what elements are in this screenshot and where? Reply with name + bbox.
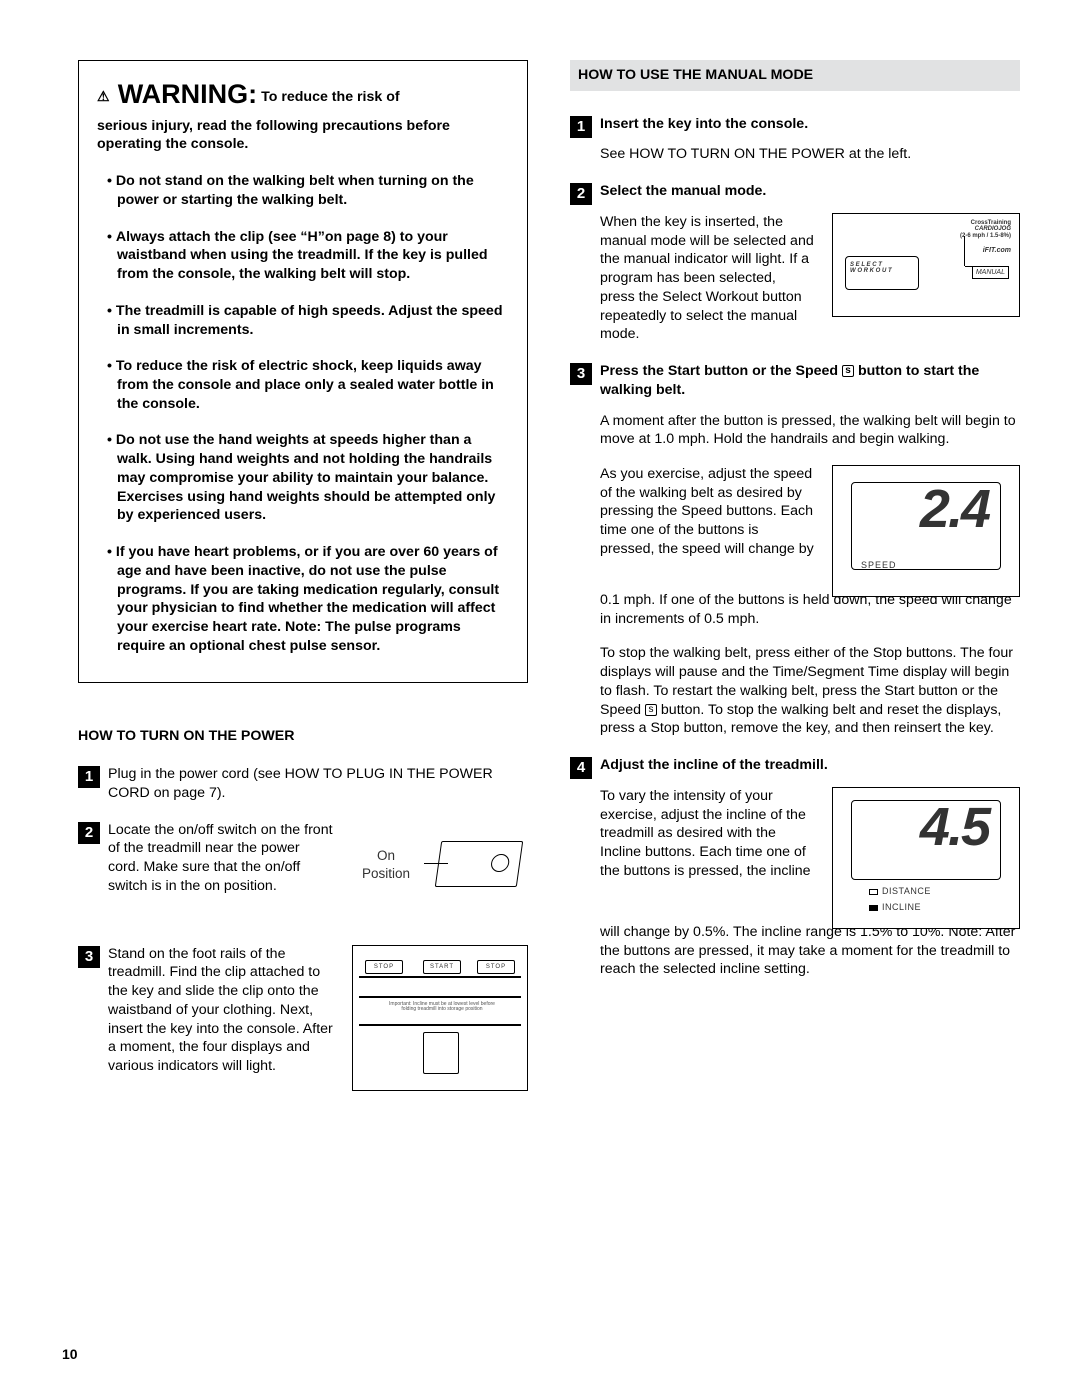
step-body: Locate the on/off switch on the front of… xyxy=(108,821,528,927)
speed-up-icon: s xyxy=(842,365,854,377)
warning-intro: serious injury, read the following preca… xyxy=(97,117,509,154)
manual-indicator-label: MANUAL xyxy=(972,266,1009,279)
speed-display-figure: 2.4 SPEED xyxy=(832,465,1020,597)
manual-page: ⚠ WARNING: To reduce the risk of serious… xyxy=(0,0,1080,1397)
step-title: Press the Start button or the Speed s bu… xyxy=(600,362,1020,399)
console-figure: STOP START STOP Important: Incline must … xyxy=(352,945,528,1091)
warning-lead-small: To reduce the risk of xyxy=(261,89,400,105)
power-step-2: 2 Locate the on/off switch on the front … xyxy=(78,821,528,927)
step-text: Locate the on/off switch on the front of… xyxy=(108,821,334,896)
warning-box: ⚠ WARNING: To reduce the risk of serious… xyxy=(78,60,528,683)
manual-step-2: 2 Select the manual mode. When the key i… xyxy=(570,182,1020,344)
distance-label: DISTANCE xyxy=(869,886,931,898)
power-step-1: 1 Plug in the power cord (see HOW TO PLU… xyxy=(78,765,528,802)
select-workout-text: S E L E C T W O R K O U T xyxy=(850,262,892,275)
console-stop-label: STOP xyxy=(477,960,515,974)
right-column: HOW TO USE THE MANUAL MODE 1 Insert the … xyxy=(570,60,1020,1091)
speed-value: 2.4 xyxy=(920,474,989,545)
step-text: To vary the intensity of your exercise, … xyxy=(600,787,814,881)
warning-bullet: The treadmill is capable of high speeds.… xyxy=(97,302,509,339)
speed-label: SPEED xyxy=(861,560,897,572)
manual-step-4: 4 Adjust the incline of the treadmill. T… xyxy=(570,756,1020,979)
select-workout-figure: CrossTraining CARDIOJOG (2-6 mph / 1.5-8… xyxy=(832,213,1020,317)
incline-value: 4.5 xyxy=(920,792,989,863)
step-number-icon: 2 xyxy=(78,822,100,844)
page-number: 10 xyxy=(62,1345,78,1363)
warning-bullet: Do not stand on the walking belt when tu… xyxy=(97,172,509,209)
warning-bullet: To reduce the risk of electric shock, ke… xyxy=(97,357,509,413)
step-number-icon: 3 xyxy=(78,946,100,968)
warning-bullet: If you have heart problems, or if you ar… xyxy=(97,543,509,655)
step-body: Stand on the foot rails of the treadmill… xyxy=(108,945,528,1091)
console-tiny-note: Important: Incline must be at lowest lev… xyxy=(387,1002,497,1013)
step-text: When the key is inserted, the manual mod… xyxy=(600,213,814,344)
step-text: will change by 0.5%. The incline range i… xyxy=(600,923,1020,979)
step-number-icon: 2 xyxy=(570,183,592,205)
step-title: Adjust the incline of the treadmill. xyxy=(600,756,1020,775)
manual-step-1: 1 Insert the key into the console. See H… xyxy=(570,115,1020,164)
step-number-icon: 1 xyxy=(570,116,592,138)
step-text: See HOW TO TURN ON THE POWER at the left… xyxy=(600,145,1020,164)
on-position-label: OnPosition xyxy=(362,847,410,883)
step-number-icon: 1 xyxy=(78,766,100,788)
step-body: Plug in the power cord (see HOW TO PLUG … xyxy=(108,765,528,802)
step-number-icon: 4 xyxy=(570,757,592,779)
warning-bullet: Always attach the clip (see “H”on page 8… xyxy=(97,228,509,284)
step-title: Insert the key into the console. xyxy=(600,115,1020,134)
manual-step-3: 3 Press the Start button or the Speed s … xyxy=(570,362,1020,738)
incline-display-figure: 4.5 DISTANCE INCLINE xyxy=(832,787,1020,929)
warning-heading: ⚠ WARNING: To reduce the risk of xyxy=(97,77,509,113)
step-text: To stop the walking belt, press either o… xyxy=(600,644,1020,738)
two-column-layout: ⚠ WARNING: To reduce the risk of serious… xyxy=(78,60,1020,1091)
step-title: Select the manual mode. xyxy=(600,182,1020,201)
step-text: As you exercise, adjust the speed of the… xyxy=(600,465,814,559)
ifit-label: iFIT.com xyxy=(983,246,1011,255)
console-start-label: START xyxy=(423,960,461,974)
speed-up-icon: s xyxy=(645,704,657,716)
console-stop-label: STOP xyxy=(365,960,403,974)
left-column: ⚠ WARNING: To reduce the risk of serious… xyxy=(78,60,528,1091)
step-number-icon: 3 xyxy=(570,363,592,385)
power-step-3: 3 Stand on the foot rails of the treadmi… xyxy=(78,945,528,1091)
warning-bullets: Do not stand on the walking belt when tu… xyxy=(97,172,509,655)
incline-label: INCLINE xyxy=(869,902,921,914)
warning-bullet: Do not use the hand weights at speeds hi… xyxy=(97,431,509,525)
on-switch-figure: OnPosition xyxy=(352,821,528,927)
step-text: Stand on the foot rails of the treadmill… xyxy=(108,945,334,1076)
warning-icon: ⚠ xyxy=(97,88,110,107)
step-text: A moment after the button is pressed, th… xyxy=(600,412,1020,449)
switch-icon xyxy=(435,841,523,887)
console-key-icon xyxy=(423,1032,459,1074)
power-section-title: HOW TO TURN ON THE POWER xyxy=(78,727,528,746)
crosstraining-label: CrossTraining CARDIOJOG (2-6 mph / 1.5-8… xyxy=(960,220,1011,239)
warning-word: WARNING: xyxy=(118,79,257,109)
manual-mode-title: HOW TO USE THE MANUAL MODE xyxy=(570,60,1020,91)
step-text: Plug in the power cord (see HOW TO PLUG … xyxy=(108,765,528,802)
